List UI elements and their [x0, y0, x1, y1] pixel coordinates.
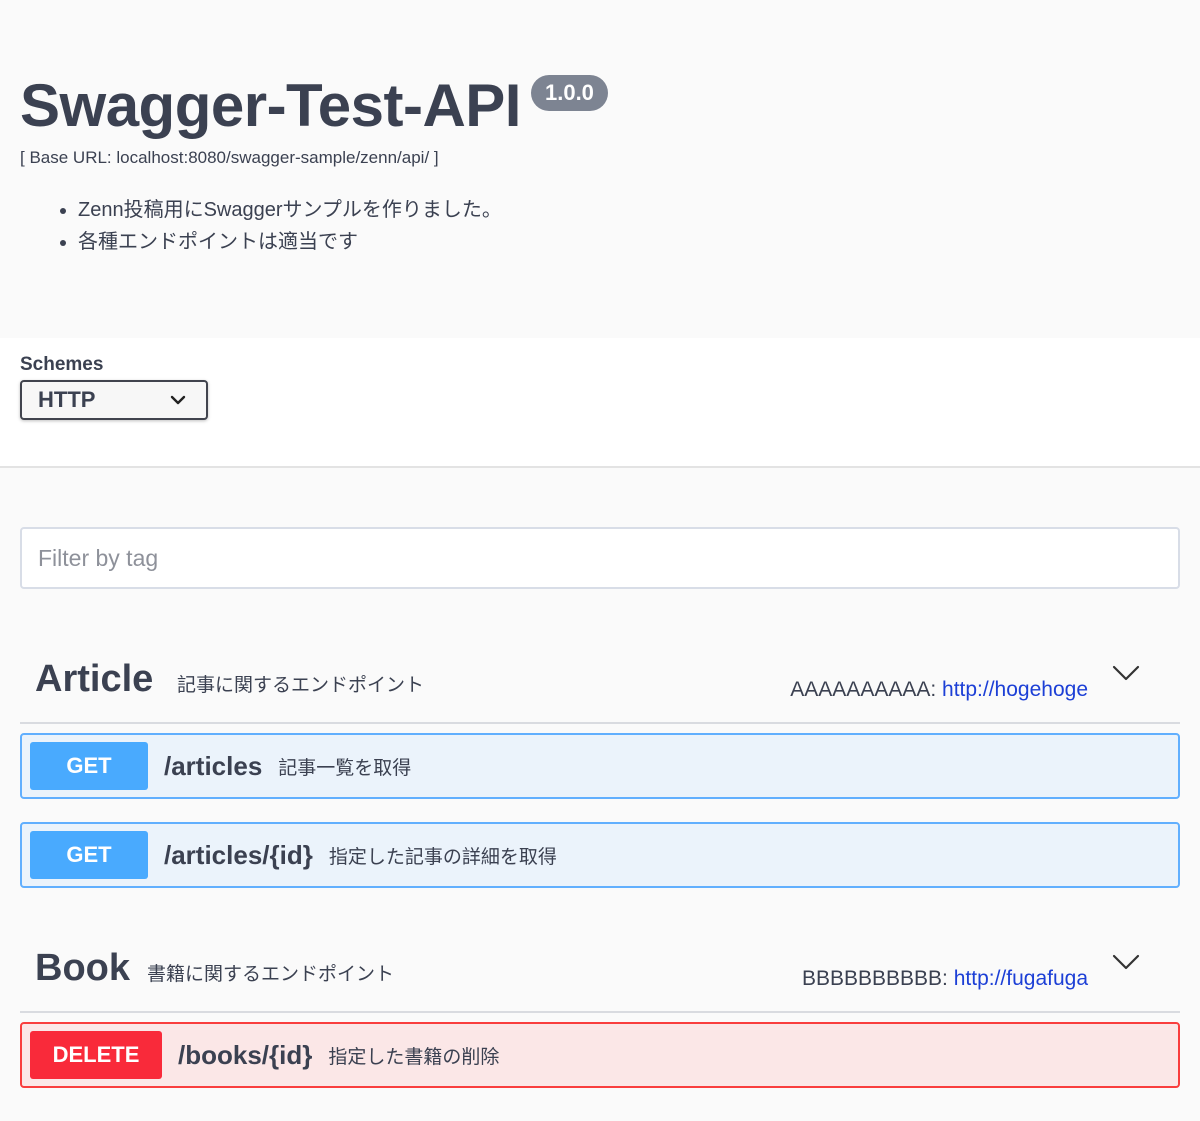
operation-summary: 指定した記事の詳細を取得 [328, 846, 557, 868]
external-docs-label: BBBBBBBBBB: [801, 967, 948, 990]
tag-external-docs: BBBBBBBBBB: http://fugafuga [802, 967, 1088, 991]
schemes-label: Schemes [20, 354, 104, 375]
tag-section-article: Article 記事に関するエンドポイント AAAAAAAAAA: http:/… [20, 632, 1180, 888]
tag-name: Article [35, 658, 154, 700]
schemes-select[interactable]: HTTP [20, 380, 208, 420]
method-badge-delete: DELETE [30, 1031, 162, 1079]
chevron-down-icon [170, 395, 186, 405]
version-badge: 1.0.0 [530, 75, 608, 111]
chevron-down-icon[interactable] [1112, 664, 1140, 682]
schemes-selected-value: HTTP [38, 387, 96, 412]
filter-by-tag-input[interactable] [20, 527, 1180, 589]
operation-summary: 指定した書籍の削除 [328, 1046, 500, 1068]
operation-get-articles[interactable]: GET /articles 記事一覧を取得 [20, 733, 1180, 799]
external-docs-link[interactable]: http://hogehoge [942, 678, 1088, 701]
operation-path: /articles/{id} [164, 839, 313, 870]
tag-header-book[interactable]: Book 書籍に関するエンドポイント BBBBBBBBBB: http://fu… [20, 921, 1180, 1013]
method-badge-get: GET [30, 831, 148, 879]
title-row: Swagger-Test-API 1.0.0 [20, 70, 1180, 142]
tag-description: 記事に関するエンドポイント [177, 675, 425, 696]
tag-description: 書籍に関するエンドポイント [147, 964, 395, 985]
operation-delete-book-by-id[interactable]: DELETE /books/{id} 指定した書籍の削除 [20, 1022, 1180, 1088]
external-docs-label: AAAAAAAAAA: [790, 678, 937, 701]
method-badge-get: GET [30, 742, 148, 790]
operation-path: /books/{id} [178, 1039, 313, 1070]
operation-path: /articles [164, 750, 263, 781]
chevron-down-icon[interactable] [1112, 953, 1140, 971]
description-item: 各種エンドポイントは適当です [78, 226, 1180, 258]
external-docs-link[interactable]: http://fugafuga [954, 967, 1088, 990]
tag-header-article[interactable]: Article 記事に関するエンドポイント AAAAAAAAAA: http:/… [20, 632, 1180, 724]
description-item: Zenn投稿用にSwaggerサンプルを作りました。 [78, 194, 1180, 226]
operation-summary: 記事一覧を取得 [278, 757, 412, 779]
base-url: [ Base URL: localhost:8080/swagger-sampl… [20, 148, 439, 167]
operation-get-article-by-id[interactable]: GET /articles/{id} 指定した記事の詳細を取得 [20, 822, 1180, 888]
tag-external-docs: AAAAAAAAAA: http://hogehoge [790, 678, 1088, 702]
tag-name: Book [35, 947, 130, 989]
schemes-container: Schemes HTTP [0, 338, 1200, 468]
page-title: Swagger-Test-API [20, 72, 521, 139]
tag-section-book: Book 書籍に関するエンドポイント BBBBBBBBBB: http://fu… [20, 921, 1180, 1088]
api-description: Zenn投稿用にSwaggerサンプルを作りました。 各種エンドポイントは適当で… [20, 194, 1180, 258]
api-info: Swagger-Test-API 1.0.0 [ Base URL: local… [20, 70, 1180, 258]
